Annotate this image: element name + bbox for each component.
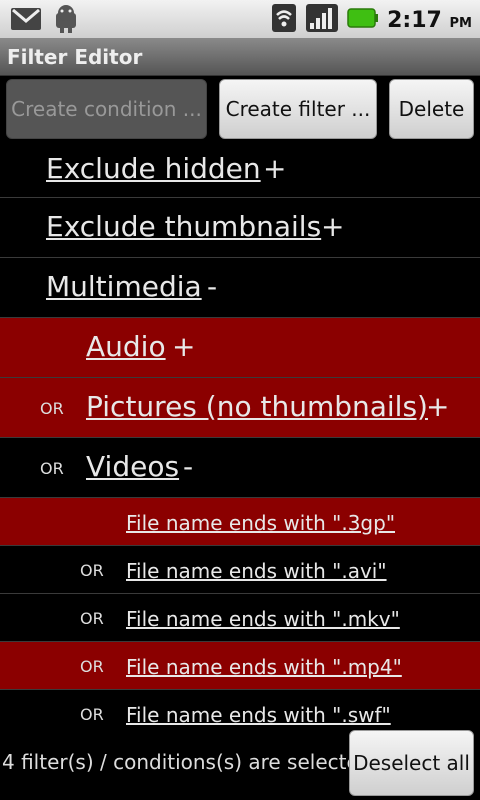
or-label: OR	[80, 705, 104, 724]
clock: 2:17 PM	[387, 8, 472, 33]
or-label: OR	[80, 561, 104, 580]
or-label: OR	[40, 399, 64, 418]
row-label[interactable]: File name ends with ".mp4"	[126, 655, 402, 679]
or-label: OR	[80, 657, 104, 676]
row-label[interactable]: File name ends with ".swf"	[126, 703, 391, 727]
signal-icon	[305, 3, 339, 37]
clock-ampm: PM	[449, 15, 472, 31]
create-condition-button[interactable]: Create condition ...	[6, 79, 207, 139]
row-label[interactable]: File name ends with ".mkv"	[126, 607, 400, 631]
row-label[interactable]: Audio	[86, 330, 166, 363]
deselect-all-button[interactable]: Deselect all	[349, 730, 474, 796]
battery-icon	[347, 6, 379, 34]
title-bar: Filter Editor	[0, 38, 480, 76]
list-item[interactable]: OR Videos -	[0, 438, 480, 498]
row-label[interactable]: Exclude thumbnails	[46, 210, 321, 243]
row-label[interactable]: Multimedia	[46, 270, 202, 303]
create-filter-button[interactable]: Create filter ...	[219, 79, 377, 139]
clock-time: 2:17	[387, 7, 442, 33]
row-label[interactable]: File name ends with ".avi"	[126, 559, 387, 583]
list-item-selected[interactable]: OR Pictures (no thumbnails) +	[0, 378, 480, 438]
gmail-icon	[10, 5, 42, 37]
row-label[interactable]: Pictures (no thumbnails)	[86, 390, 428, 423]
expand-toggle[interactable]: +	[263, 152, 286, 185]
list-item-selected[interactable]: File name ends with ".3gp"	[0, 498, 480, 546]
expand-toggle[interactable]: +	[426, 390, 449, 423]
selection-status: 4 filter(s) / conditions(s) are selected…	[2, 750, 378, 774]
bottom-bar: 4 filter(s) / conditions(s) are selected…	[0, 728, 480, 800]
page-title: Filter Editor	[7, 45, 143, 69]
row-label[interactable]: File name ends with ".3gp"	[126, 511, 395, 535]
list-item-selected[interactable]: Audio +	[0, 318, 480, 378]
or-label: OR	[80, 609, 104, 628]
list-item[interactable]: OR File name ends with ".mkv"	[0, 594, 480, 642]
expand-toggle[interactable]: +	[172, 330, 195, 363]
list-item[interactable]: Multimedia -	[0, 258, 480, 318]
list-item[interactable]: Exclude thumbnails +	[0, 198, 480, 258]
list-item[interactable]: Exclude hidden +	[0, 140, 480, 198]
row-label[interactable]: Exclude hidden	[46, 152, 261, 185]
android-debug-icon	[52, 4, 80, 38]
wifi-icon	[271, 3, 297, 37]
status-bar: 2:17 PM	[0, 0, 480, 38]
row-label[interactable]: Videos	[86, 450, 179, 483]
delete-button[interactable]: Delete	[389, 79, 474, 139]
list-item-selected[interactable]: OR File name ends with ".mp4"	[0, 642, 480, 690]
or-label: OR	[40, 459, 64, 478]
expand-toggle[interactable]: +	[321, 210, 344, 243]
expand-toggle[interactable]: -	[207, 270, 217, 303]
expand-toggle[interactable]: -	[183, 450, 193, 483]
list-item[interactable]: OR File name ends with ".avi"	[0, 546, 480, 594]
